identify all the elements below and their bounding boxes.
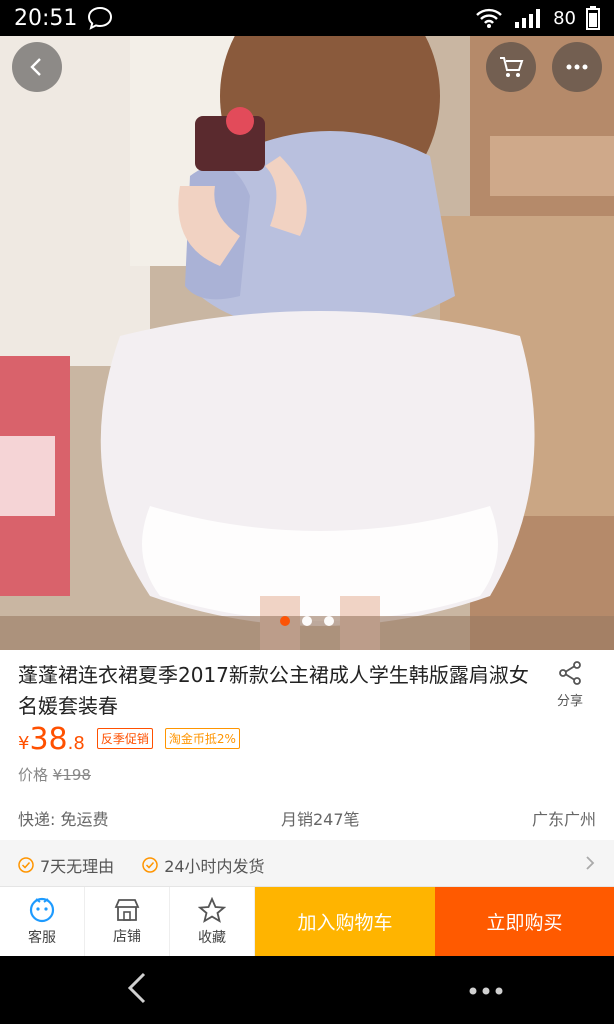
current-price: ¥38.8 [18, 722, 85, 757]
check-circle-icon [142, 857, 158, 873]
check-circle-icon [18, 857, 34, 873]
product-detail-page: 20:51 80 蓬蓬裙连衣裙夏季2017新款公主裙成人学生韩版露肩淑女名媛套装… [0, 0, 614, 1024]
share-label: 分享 [556, 694, 583, 709]
original-price-value: ¥198 [52, 766, 91, 784]
more-button[interactable] [552, 42, 602, 92]
share-button[interactable]: 分享 [548, 660, 592, 709]
carousel-dot[interactable] [324, 616, 334, 626]
guarantee-label: 24小时内发货 [164, 857, 265, 876]
buy-now-button[interactable]: 立即购买 [435, 887, 614, 956]
currency-symbol: ¥ [18, 733, 30, 754]
bottom-action-bar: 客服 店铺 收藏 加入购物车 立即购买 [0, 886, 614, 956]
carousel-dot[interactable] [302, 616, 312, 626]
guarantee-item: 7天无理由 [18, 853, 114, 877]
add-to-cart-button[interactable]: 加入购物车 [255, 887, 435, 956]
share-icon [559, 661, 581, 685]
product-title: 蓬蓬裙连衣裙夏季2017新款公主裙成人学生韩版露肩淑女名媛套装春 [18, 663, 529, 718]
back-arrow-icon [127, 972, 146, 1004]
customer-service-icon [29, 897, 55, 922]
shipping-row: 快递: 免运费 月销247笔 广东广州 [0, 800, 614, 836]
shop-label: 店铺 [113, 928, 141, 945]
original-price-label: 价格 [18, 766, 49, 784]
monthly-sales: 月销247笔 [280, 810, 360, 829]
nav-menu-button[interactable] [468, 981, 504, 1000]
system-nav-bar [0, 956, 614, 1024]
more-dots-icon [566, 64, 588, 70]
favorite-button[interactable]: 收藏 [170, 887, 255, 956]
signal-icon [513, 7, 543, 29]
store-icon [114, 898, 140, 921]
menu-dots-icon [469, 987, 503, 994]
product-info: 蓬蓬裙连衣裙夏季2017新款公主裙成人学生韩版露肩淑女名媛套装春 分享 ¥38.… [0, 650, 614, 757]
favorite-label: 收藏 [198, 929, 226, 946]
chevron-left-icon [30, 58, 41, 76]
price-decimal: .8 [67, 733, 85, 754]
carousel-dot-active[interactable] [280, 616, 290, 626]
cart-button[interactable] [486, 42, 536, 92]
status-bar: 20:51 80 [0, 0, 614, 36]
service-button[interactable]: 客服 [0, 887, 85, 956]
nav-back-button[interactable] [124, 971, 150, 1009]
chat-icon [87, 6, 113, 30]
carousel-indicator [0, 616, 614, 626]
price-integer: 38 [29, 722, 68, 757]
guarantee-row[interactable]: 7天无理由 24小时内发货 [0, 840, 614, 890]
star-icon [198, 896, 226, 923]
delivery-info: 快递: 免运费 [18, 810, 109, 829]
ship-location: 广东广州 [531, 810, 596, 829]
wifi-icon [475, 7, 503, 29]
original-price: 价格 ¥198 [18, 764, 91, 785]
shop-button[interactable]: 店铺 [85, 887, 170, 956]
price-row: ¥38.8 反季促销 淘金币抵2% [18, 722, 240, 757]
guarantee-item: 24小时内发货 [142, 853, 265, 877]
product-photo [0, 36, 614, 650]
status-time: 20:51 [14, 5, 78, 31]
guarantee-label: 7天无理由 [40, 857, 115, 876]
promo-tag: 反季促销 [96, 728, 153, 749]
back-button[interactable] [12, 42, 62, 92]
chevron-right-icon [584, 855, 596, 875]
cart-icon [500, 57, 524, 77]
service-label: 客服 [28, 929, 56, 946]
product-image-carousel[interactable] [0, 36, 614, 650]
battery-icon [586, 6, 600, 30]
battery-level: 80 [553, 7, 576, 29]
coin-tag: 淘金币抵2% [164, 728, 240, 749]
